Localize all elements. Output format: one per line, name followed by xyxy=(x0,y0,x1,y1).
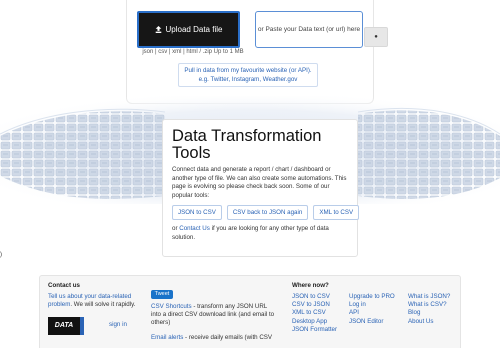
footer-link-xml-to-csv[interactable]: XML to CSV xyxy=(292,309,337,317)
footer-links-col2: Upgrade to PRO Log in API JSON Editor xyxy=(349,293,395,326)
upload-icon xyxy=(155,26,161,33)
content-card: Data Transformation Tools Connect data a… xyxy=(162,119,360,257)
paste-data-input[interactable]: or Paste your Data text (or url) here xyxy=(255,11,363,48)
contact-us-suffix: . We will solve it rapidly. xyxy=(70,301,136,309)
paste-data-placeholder: or Paste your Data text (or url) here xyxy=(257,26,361,33)
go-icon: ● xyxy=(374,34,378,40)
footer-link-log-in[interactable]: Log in xyxy=(349,301,395,309)
footer: Contact us Tell us about your data-relat… xyxy=(39,275,461,348)
page-title-line1: Data Transformation xyxy=(172,127,322,145)
footer-link-api[interactable]: API xyxy=(349,309,395,317)
tweet-button[interactable]: Tweet xyxy=(151,290,173,299)
pull-data-from-website-button[interactable]: Pull in data from my favourite website (… xyxy=(178,63,318,87)
footer-link-json-editor[interactable]: JSON Editor xyxy=(349,318,395,326)
email-alerts-text: Email alerts - receive daily emails (wit… xyxy=(151,334,278,342)
tool-csv-to-json-button[interactable]: CSV back to JSON again xyxy=(226,205,309,221)
tool-xml-to-csv-button[interactable]: XML to CSV xyxy=(313,205,360,221)
csv-shortcuts-link[interactable]: CSV Shortcuts xyxy=(151,303,192,310)
email-alerts-desc: - receive daily emails (with CSV xyxy=(183,334,273,341)
page-description: Connect data and generate a report / cha… xyxy=(172,166,347,199)
sign-in-link[interactable]: sign in xyxy=(109,321,127,329)
csv-shortcuts-text: CSV Shortcuts - transform any JSON URL i… xyxy=(151,303,278,328)
contact-us-text: Tell us about your data-related problem.… xyxy=(48,293,143,309)
contact-note: or Contact Us if you are looking for any… xyxy=(172,225,348,242)
upload-data-file-button[interactable]: Upload Data file xyxy=(137,11,240,48)
datapage-logo: DATA xyxy=(48,317,84,335)
footer-links-col3: What is JSON? What is CSV? Blog About Us xyxy=(408,293,450,326)
pull-data-line1: Pull in data from my favourite website (… xyxy=(184,67,312,74)
datapage-logo-text: DATA xyxy=(54,321,74,329)
footer-link-what-is-csv[interactable]: What is CSV? xyxy=(408,301,450,309)
pull-data-line2: e.g. Twitter, Instagram, Weather.gov xyxy=(198,76,298,83)
footer-link-json-formatter[interactable]: JSON Formatter xyxy=(292,326,337,334)
footer-link-json-to-csv[interactable]: JSON to CSV xyxy=(292,293,337,301)
tool-json-to-csv-button[interactable]: JSON to CSV xyxy=(172,205,222,221)
contact-us-link[interactable]: Contact Us xyxy=(179,225,210,232)
page-title-line2: Tools xyxy=(172,144,211,162)
footer-link-blog[interactable]: Blog xyxy=(408,309,450,317)
submit-paste-button[interactable]: ● xyxy=(364,27,388,47)
page-title: Data Transformation Tools xyxy=(172,128,348,162)
contact-us-heading: Contact us xyxy=(48,282,80,289)
supported-formats: json | csv | xml | html / .zip Up to 1 M… xyxy=(142,49,244,55)
footer-link-about-us[interactable]: About Us xyxy=(408,318,450,326)
popular-tools: JSON to CSV CSV back to JSON again XML t… xyxy=(172,205,360,221)
email-alerts-link[interactable]: Email alerts xyxy=(151,334,183,341)
where-now-heading: Where now? xyxy=(292,282,329,289)
footer-link-upgrade-pro[interactable]: Upgrade to PRO xyxy=(349,293,395,301)
footer-link-what-is-json[interactable]: What is JSON? xyxy=(408,293,450,301)
edge-marker: ) xyxy=(0,252,2,258)
footer-link-csv-to-json[interactable]: CSV to JSON xyxy=(292,301,337,309)
footer-link-desktop-app[interactable]: Desktop App xyxy=(292,318,337,326)
footer-links-col1: JSON to CSV CSV to JSON XML to CSV Deskt… xyxy=(292,293,337,334)
upload-button-label: Upload Data file xyxy=(165,25,223,34)
